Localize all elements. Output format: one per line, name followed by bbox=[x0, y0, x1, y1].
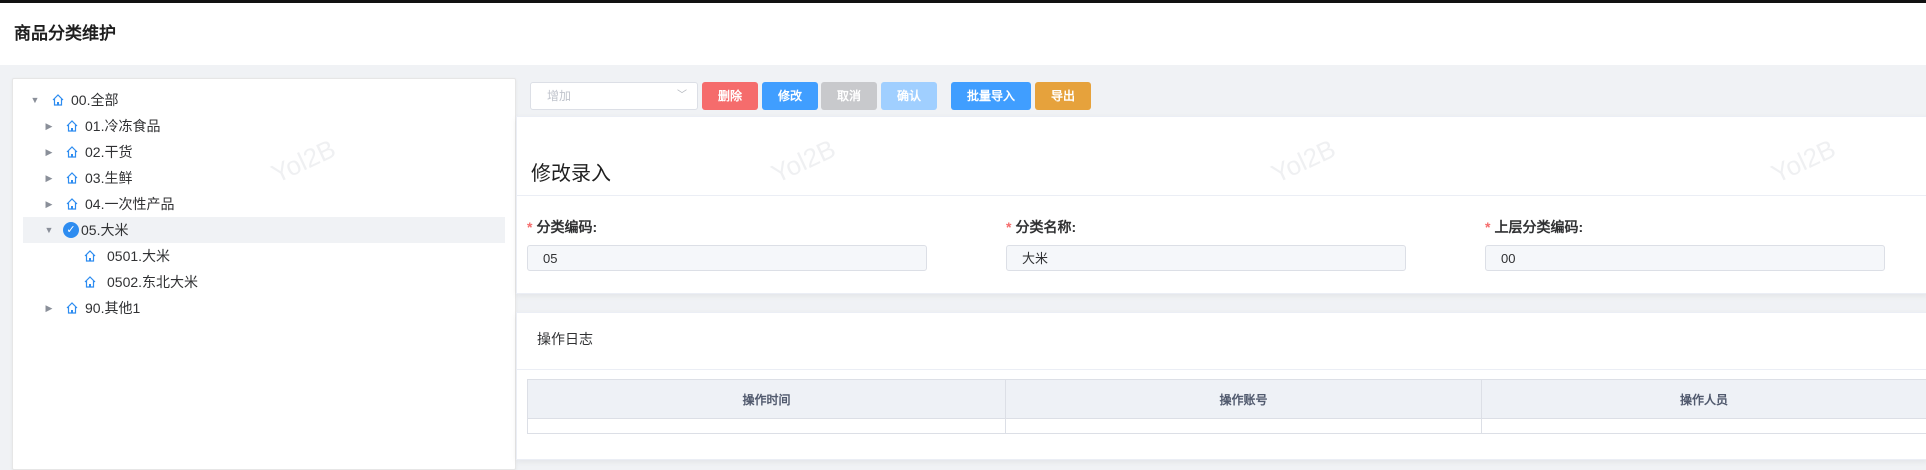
batch-import-button[interactable]: 批量导入 bbox=[951, 82, 1031, 110]
home-icon bbox=[83, 249, 97, 263]
page-header: 商品分类维护 bbox=[0, 3, 1926, 65]
table-header-row: 操作时间 操作账号 操作人员 bbox=[528, 380, 1926, 419]
caret-down-icon[interactable]: ▼ bbox=[29, 87, 41, 113]
confirm-button[interactable]: 确认 bbox=[881, 82, 937, 110]
tree-node-label: 00.全部 bbox=[71, 87, 118, 113]
form-title: 修改录入 bbox=[531, 157, 611, 186]
caret-right-icon[interactable]: ▶ bbox=[43, 295, 55, 321]
log-divider bbox=[517, 369, 1926, 370]
required-mark: * bbox=[527, 219, 532, 235]
tree-node-label: 0501.大米 bbox=[107, 243, 170, 269]
tree-node-root[interactable]: ▼ 00.全部 bbox=[23, 87, 505, 113]
category-tree-panel: ▼ 00.全部 ▶ 01.冷冻食品 ▶ 02.干货 ▶ 03.生鲜 ▶ bbox=[12, 78, 516, 470]
caret-right-icon[interactable]: ▶ bbox=[43, 139, 55, 165]
column-header-time[interactable]: 操作时间 bbox=[528, 380, 1006, 419]
category-code-field: *分类编码: 05 bbox=[527, 217, 597, 237]
cancel-button[interactable]: 取消 bbox=[821, 82, 877, 110]
home-icon bbox=[65, 171, 79, 185]
required-mark: * bbox=[1485, 219, 1490, 235]
category-code-input[interactable]: 05 bbox=[527, 245, 927, 271]
operation-log-card: 操作日志 操作时间 操作账号 操作人员 bbox=[516, 312, 1926, 460]
check-circle-icon: ✓ bbox=[63, 222, 79, 238]
table-cell bbox=[528, 419, 1006, 434]
tree-node[interactable]: 0501.大米 bbox=[23, 243, 505, 269]
parent-code-input[interactable]: 00 bbox=[1485, 245, 1885, 271]
modify-button[interactable]: 修改 bbox=[762, 82, 818, 110]
tree-node-label: 04.一次性产品 bbox=[85, 191, 174, 217]
log-table: 操作时间 操作账号 操作人员 bbox=[527, 379, 1926, 434]
add-select-placeholder: 增加 bbox=[547, 83, 571, 109]
tree-node-label: 01.冷冻食品 bbox=[85, 113, 160, 139]
parent-code-label: *上层分类编码: bbox=[1485, 217, 1583, 237]
delete-button[interactable]: 删除 bbox=[702, 82, 758, 110]
caret-right-icon[interactable]: ▶ bbox=[43, 165, 55, 191]
caret-right-icon[interactable]: ▶ bbox=[43, 113, 55, 139]
table-cell bbox=[1482, 419, 1926, 434]
edit-form-card: 修改录入 *分类编码: 05 *分类名称: 大米 *上层分类编码: 00 bbox=[516, 116, 1926, 294]
log-title: 操作日志 bbox=[537, 329, 593, 349]
home-icon bbox=[65, 145, 79, 159]
tree-node-label: 0502.东北大米 bbox=[107, 269, 198, 295]
parent-code-field: *上层分类编码: 00 bbox=[1485, 217, 1583, 237]
home-icon bbox=[65, 301, 79, 315]
add-select[interactable]: 增加 ﹀ bbox=[530, 82, 698, 110]
table-cell bbox=[1006, 419, 1482, 434]
column-header-operator[interactable]: 操作人员 bbox=[1482, 380, 1926, 419]
tree-node-selected[interactable]: ▼ ✓ 05.大米 bbox=[23, 217, 505, 243]
home-icon bbox=[65, 119, 79, 133]
category-code-label: *分类编码: bbox=[527, 217, 597, 237]
tree-node[interactable]: ▶ 03.生鲜 bbox=[23, 165, 505, 191]
tree-node[interactable]: ▶ 01.冷冻食品 bbox=[23, 113, 505, 139]
main-content: ▼ 00.全部 ▶ 01.冷冻食品 ▶ 02.干货 ▶ 03.生鲜 ▶ bbox=[0, 66, 1926, 458]
form-divider bbox=[517, 195, 1926, 196]
tree-node-label: 05.大米 bbox=[81, 217, 128, 243]
tree-node[interactable]: 0502.东北大米 bbox=[23, 269, 505, 295]
table-row bbox=[528, 419, 1926, 434]
page-title: 商品分类维护 bbox=[14, 19, 116, 44]
tree-node-label: 03.生鲜 bbox=[85, 165, 132, 191]
category-name-label: *分类名称: bbox=[1006, 217, 1076, 237]
category-name-input[interactable]: 大米 bbox=[1006, 245, 1406, 271]
category-tree: ▼ 00.全部 ▶ 01.冷冻食品 ▶ 02.干货 ▶ 03.生鲜 ▶ bbox=[23, 87, 505, 321]
tree-node[interactable]: ▶ 04.一次性产品 bbox=[23, 191, 505, 217]
chevron-down-icon: ﹀ bbox=[677, 83, 687, 109]
tree-node-label: 02.干货 bbox=[85, 139, 132, 165]
category-name-field: *分类名称: 大米 bbox=[1006, 217, 1076, 237]
tree-node-label: 90.其他1 bbox=[85, 295, 140, 321]
required-mark: * bbox=[1006, 219, 1011, 235]
column-header-account[interactable]: 操作账号 bbox=[1006, 380, 1482, 419]
caret-down-icon[interactable]: ▼ bbox=[43, 217, 55, 243]
tree-node[interactable]: ▶ 02.干货 bbox=[23, 139, 505, 165]
home-icon bbox=[83, 275, 97, 289]
export-button[interactable]: 导出 bbox=[1035, 82, 1091, 110]
home-icon bbox=[65, 197, 79, 211]
tree-node[interactable]: ▶ 90.其他1 bbox=[23, 295, 505, 321]
caret-right-icon[interactable]: ▶ bbox=[43, 191, 55, 217]
home-icon bbox=[51, 93, 65, 107]
